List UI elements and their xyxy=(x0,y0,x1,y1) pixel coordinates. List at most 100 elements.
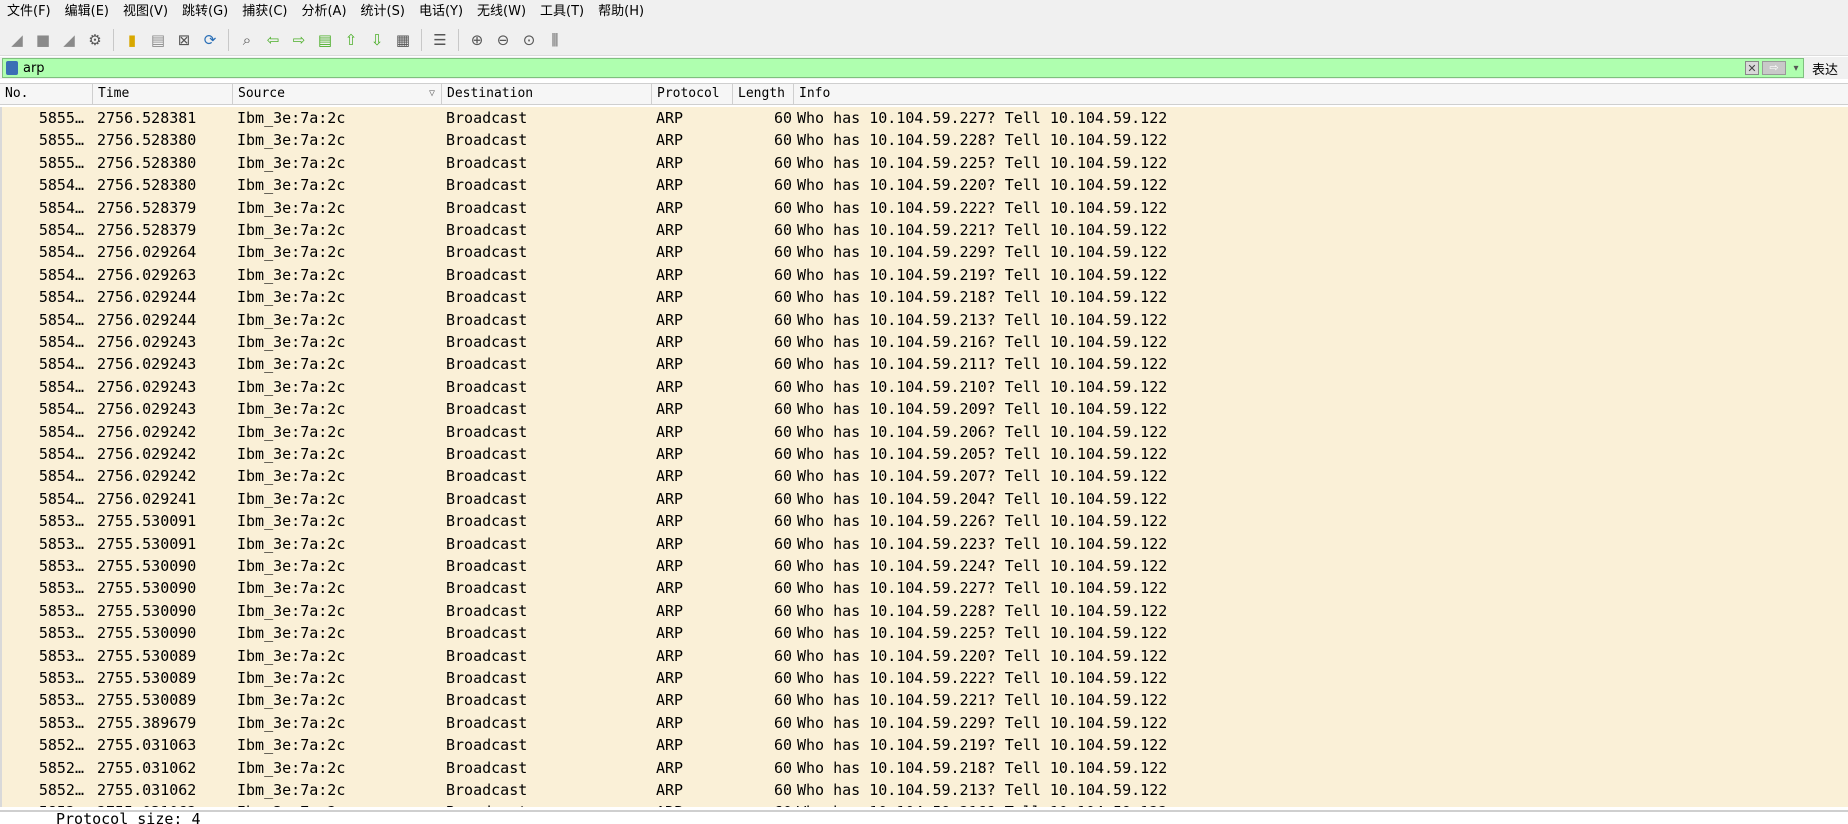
cell-source: Ibm_3e:7a:2c xyxy=(237,333,346,351)
menu-item-9[interactable]: 工具(T) xyxy=(533,0,591,24)
table-row[interactable]: 5853… 2755.530090 Ibm_3e:7a:2c Broadcast ARP… xyxy=(0,599,1848,622)
table-row[interactable]: 5853… 2755.530089 Ibm_3e:7a:2c Broadcast ARP… xyxy=(0,644,1848,667)
cell-info: Who has 10.104.59.213? Tell 10.104.59.12… xyxy=(797,310,1168,329)
table-row[interactable]: 5852… 2755.031062 Ibm_3e:7a:2c Broadcast ARP… xyxy=(0,779,1848,801)
open-file-icon[interactable]: ▮ xyxy=(121,29,143,51)
table-row[interactable]: 5854… 2756.528380 Ibm_3e:7a:2c Broadcast ARP… xyxy=(0,174,1848,197)
table-row[interactable]: 5854… 2756.029243 Ibm_3e:7a:2c Broadcast ARP… xyxy=(0,398,1848,421)
table-row[interactable]: 5854… 2756.029244 Ibm_3e:7a:2c Broadcast ARP… xyxy=(0,308,1848,331)
cell-protocol: ARP xyxy=(656,467,684,486)
cell-info: Who has 10.104.59.216? Tell 10.104.59.12… xyxy=(797,333,1168,351)
reload-file-icon[interactable]: ⟳ xyxy=(199,29,221,51)
go-to-packet-icon[interactable]: ▤ xyxy=(314,29,336,51)
cell-time: 2755.031062 xyxy=(97,781,197,799)
table-row[interactable]: 5854… 2756.029264 Ibm_3e:7a:2c Broadcast ARP… xyxy=(0,241,1848,264)
colorize-icon[interactable]: ☰ xyxy=(429,29,451,51)
packet-details-pane[interactable]: Protocol size: 4 xyxy=(0,810,1848,824)
column-header-protocol[interactable]: Protocol xyxy=(652,84,733,104)
table-row[interactable]: 5854… 2756.029242 Ibm_3e:7a:2c Broadcast ARP… xyxy=(0,443,1848,465)
go-forward-icon[interactable]: ⇨ xyxy=(288,29,310,51)
table-row[interactable]: 5854… 2756.029243 Ibm_3e:7a:2c Broadcast ARP… xyxy=(0,331,1848,353)
shark-fin-start-icon[interactable]: ◢ xyxy=(6,29,28,51)
table-row[interactable]: 5854… 2756.029241 Ibm_3e:7a:2c Broadcast ARP… xyxy=(0,487,1848,510)
column-header-source[interactable]: Source ▽ xyxy=(233,84,442,104)
table-row[interactable]: 5853… 2755.530089 Ibm_3e:7a:2c Broadcast ARP… xyxy=(0,689,1848,712)
go-first-packet-icon[interactable]: ⇧ xyxy=(340,29,362,51)
table-row[interactable]: 5854… 2756.029242 Ibm_3e:7a:2c Broadcast ARP… xyxy=(0,465,1848,488)
cell-time: 2756.528379 xyxy=(97,221,197,239)
restart-capture-icon[interactable]: ◢ xyxy=(58,29,80,51)
zoom-in-icon[interactable]: ⊕ xyxy=(466,29,488,51)
go-last-packet-icon[interactable]: ⇩ xyxy=(366,29,388,51)
cell-protocol: ARP xyxy=(656,221,684,239)
packet-list[interactable]: 5855… 2756.528381 Ibm_3e:7a:2c Broadcast ARP… xyxy=(0,107,1848,807)
cell-source: Ibm_3e:7a:2c xyxy=(237,669,346,687)
table-row[interactable]: 5854… 2756.029242 Ibm_3e:7a:2c Broadcast ARP… xyxy=(0,420,1848,443)
table-row[interactable]: 5853… 2755.530089 Ibm_3e:7a:2c Broadcast ARP… xyxy=(0,667,1848,689)
go-back-icon[interactable]: ⇦ xyxy=(262,29,284,51)
resize-columns-icon[interactable]: ⫼ xyxy=(544,29,566,51)
table-row[interactable]: 5854… 2756.029243 Ibm_3e:7a:2c Broadcast ARP… xyxy=(0,375,1848,398)
table-row[interactable]: 5854… 2756.528379 Ibm_3e:7a:2c Broadcast ARP… xyxy=(0,219,1848,241)
expression-button[interactable]: 表达 xyxy=(1812,59,1838,78)
apply-filter-icon[interactable]: ⇨ xyxy=(1762,61,1786,75)
find-packet-icon[interactable]: ⌕ xyxy=(236,29,258,51)
detail-line[interactable]: Protocol size: 4 xyxy=(56,812,201,824)
table-row[interactable]: 5852… 2755.031062 Ibm_3e:7a:2c Broadcast ARP… xyxy=(0,756,1848,779)
menu-item-5[interactable]: 分析(A) xyxy=(294,0,353,24)
filter-history-dropdown-icon[interactable]: ▾ xyxy=(1789,63,1803,74)
menu-item-8[interactable]: 无线(W) xyxy=(470,0,533,24)
clear-filter-icon[interactable]: ✕ xyxy=(1745,61,1759,75)
table-row[interactable]: 5854… 2756.029244 Ibm_3e:7a:2c Broadcast ARP… xyxy=(0,286,1848,309)
cell-no: 5854… xyxy=(38,422,84,441)
cell-destination: Broadcast xyxy=(446,467,528,486)
cell-protocol: ARP xyxy=(656,288,684,307)
table-row[interactable]: 5852… 2755.031062 Ibm_3e:7a:2c Broadcast ARP… xyxy=(0,801,1848,807)
close-file-icon[interactable]: ⊠ xyxy=(173,29,195,51)
menu-item-4[interactable]: 捕获(C) xyxy=(235,0,294,24)
cell-info: Who has 10.104.59.205? Tell 10.104.59.12… xyxy=(797,445,1168,463)
column-header-no[interactable]: No. xyxy=(0,84,93,104)
menu-item-7[interactable]: 电话(Y) xyxy=(412,0,470,24)
table-row[interactable]: 5854… 2756.029243 Ibm_3e:7a:2c Broadcast ARP… xyxy=(0,353,1848,376)
table-row[interactable]: 5855… 2756.528381 Ibm_3e:7a:2c Broadcast ARP… xyxy=(0,107,1848,129)
table-row[interactable]: 5853… 2755.389679 Ibm_3e:7a:2c Broadcast ARP… xyxy=(0,711,1848,734)
column-header-time[interactable]: Time xyxy=(93,84,233,104)
menu-item-2[interactable]: 视图(V) xyxy=(116,0,175,24)
filter-bookmark-icon[interactable] xyxy=(6,61,18,75)
cell-source: Ibm_3e:7a:2c xyxy=(237,646,346,665)
zoom-out-icon[interactable]: ⊖ xyxy=(492,29,514,51)
table-row[interactable]: 5853… 2755.530091 Ibm_3e:7a:2c Broadcast ARP… xyxy=(0,532,1848,555)
menu-item-1[interactable]: 编辑(E) xyxy=(58,0,116,24)
menu-item-10[interactable]: 帮助(H) xyxy=(591,0,651,24)
column-header-info[interactable]: Info xyxy=(794,84,1848,104)
cell-info: Who has 10.104.59.229? Tell 10.104.59.12… xyxy=(797,243,1168,262)
display-filter-bar: ✕ ⇨ ▾ 表达 xyxy=(0,57,1848,79)
table-row[interactable]: 5855… 2756.528380 Ibm_3e:7a:2c Broadcast ARP… xyxy=(0,151,1848,174)
zoom-normal-icon[interactable]: ⊙ xyxy=(518,29,540,51)
menu-item-0[interactable]: 文件(F) xyxy=(0,0,58,24)
cell-protocol: ARP xyxy=(656,646,684,665)
table-row[interactable]: 5853… 2755.530090 Ibm_3e:7a:2c Broadcast ARP… xyxy=(0,555,1848,577)
save-file-icon[interactable]: ▤ xyxy=(147,29,169,51)
menu-item-6[interactable]: 统计(S) xyxy=(354,0,412,24)
cell-time: 2756.528379 xyxy=(97,198,197,217)
table-row[interactable]: 5853… 2755.530091 Ibm_3e:7a:2c Broadcast ARP… xyxy=(0,510,1848,533)
column-header-destination[interactable]: Destination xyxy=(442,84,652,104)
cell-no: 5853… xyxy=(38,579,84,598)
menu-item-3[interactable]: 跳转(G) xyxy=(175,0,235,24)
cell-length: 60 xyxy=(736,801,792,807)
cell-time: 2755.530090 xyxy=(97,557,197,575)
table-row[interactable]: 5854… 2756.528379 Ibm_3e:7a:2c Broadcast ARP… xyxy=(0,196,1848,219)
column-header-length[interactable]: Length xyxy=(733,84,794,104)
table-row[interactable]: 5855… 2756.528380 Ibm_3e:7a:2c Broadcast ARP… xyxy=(0,129,1848,152)
capture-options-gear-icon[interactable]: ⚙ xyxy=(84,29,106,51)
table-row[interactable]: 5853… 2755.530090 Ibm_3e:7a:2c Broadcast ARP… xyxy=(0,577,1848,600)
table-row[interactable]: 5853… 2755.530090 Ibm_3e:7a:2c Broadcast ARP… xyxy=(0,622,1848,645)
cell-info: Who has 10.104.59.218? Tell 10.104.59.12… xyxy=(797,758,1168,777)
auto-scroll-icon[interactable]: ▦ xyxy=(392,29,414,51)
table-row[interactable]: 5852… 2755.031063 Ibm_3e:7a:2c Broadcast ARP… xyxy=(0,734,1848,757)
display-filter-input[interactable] xyxy=(21,59,1745,77)
table-row[interactable]: 5854… 2756.029263 Ibm_3e:7a:2c Broadcast ARP… xyxy=(0,263,1848,286)
stop-capture-icon[interactable]: ■ xyxy=(32,29,54,51)
